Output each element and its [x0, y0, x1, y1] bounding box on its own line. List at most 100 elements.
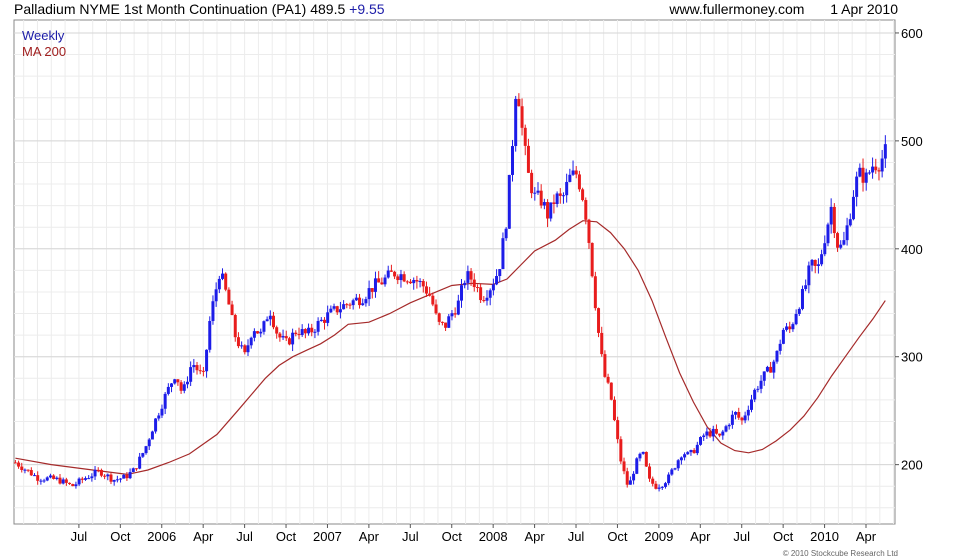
x-tick-label: Jul	[733, 529, 750, 544]
candle-body	[663, 483, 667, 487]
candle-body	[651, 478, 655, 484]
candle-body	[867, 172, 871, 174]
candle-body	[93, 469, 97, 477]
weekly-candle	[150, 430, 154, 440]
candle-body	[781, 329, 785, 344]
candle-body	[170, 383, 174, 387]
candle-body	[434, 304, 438, 314]
candle-body	[778, 343, 782, 351]
candle-body	[670, 469, 674, 475]
candle-body	[131, 468, 135, 473]
legend-weekly: Weekly	[22, 28, 65, 43]
candle-body	[402, 274, 406, 282]
weekly-candle	[800, 285, 804, 311]
candle-body	[278, 333, 282, 338]
candle-body	[418, 281, 422, 283]
candle-body	[625, 471, 629, 485]
candle-body	[163, 393, 167, 409]
candle-body	[546, 202, 550, 219]
candle-body	[415, 279, 419, 282]
candle-body	[820, 254, 824, 265]
candle-body	[99, 469, 103, 476]
candle-body	[628, 480, 632, 485]
candle-body	[673, 468, 677, 470]
candle-body	[517, 98, 521, 107]
candle-body	[326, 312, 330, 323]
candle-body	[772, 361, 776, 373]
candle-body	[345, 304, 349, 306]
candle-body	[510, 146, 514, 175]
candle-body	[734, 411, 738, 415]
candle-body	[252, 331, 256, 338]
candle-body	[45, 477, 49, 481]
candle-body	[495, 276, 499, 285]
candle-body	[23, 469, 27, 471]
candle-body	[488, 290, 492, 298]
candle-body	[756, 388, 760, 390]
candle-body	[115, 479, 119, 481]
weekly-candle	[224, 272, 228, 292]
candle-body	[351, 300, 355, 306]
candle-body	[877, 170, 881, 172]
candle-body	[39, 480, 43, 482]
candle-body	[721, 431, 725, 436]
candle-body	[791, 324, 795, 330]
candle-body	[189, 367, 193, 382]
candle-body	[705, 431, 709, 436]
weekly-candle	[699, 436, 703, 446]
candle-body	[453, 313, 457, 315]
candle-body	[208, 320, 212, 350]
candle-body	[319, 319, 323, 322]
candle-body	[71, 484, 75, 487]
candle-body	[329, 308, 333, 313]
candle-body	[361, 303, 365, 306]
candle-body	[412, 279, 416, 284]
candle-body	[271, 315, 275, 328]
candle-body	[749, 399, 753, 410]
x-tick-label: Oct	[276, 529, 297, 544]
candle-body	[555, 193, 559, 204]
candle-body	[364, 299, 368, 304]
candle-body	[590, 242, 594, 277]
candle-body	[396, 276, 400, 281]
candle-body	[622, 461, 626, 472]
weekly-candle	[71, 483, 75, 487]
x-tick-label: Jul	[236, 529, 253, 544]
candle-body	[469, 271, 473, 280]
candle-body	[839, 244, 843, 248]
candle-body	[259, 331, 263, 334]
candle-body	[17, 462, 21, 467]
candle-body	[667, 474, 671, 484]
candle-body	[577, 174, 581, 190]
candle-body	[275, 327, 279, 334]
x-tick-label: Jul	[568, 529, 585, 544]
candle-body	[176, 379, 180, 383]
candle-body	[683, 454, 687, 458]
candle-body	[233, 315, 237, 338]
x-tick-label: Oct	[110, 529, 131, 544]
candle-body	[138, 456, 142, 469]
candle-body	[775, 350, 779, 362]
candle-body	[807, 265, 811, 286]
candle-body	[431, 295, 435, 305]
candle-body	[377, 278, 381, 283]
candle-body	[393, 271, 397, 277]
candle-body	[568, 174, 572, 182]
legend-ma-200: MA 200	[22, 44, 67, 59]
candle-body	[689, 450, 693, 453]
candle-body	[198, 370, 202, 372]
candle-body	[498, 269, 502, 277]
x-tick-label: Apr	[690, 529, 711, 544]
candle-body	[29, 470, 33, 476]
x-tick-label: 2008	[479, 529, 508, 544]
candle-body	[297, 334, 301, 336]
candle-body	[482, 300, 486, 302]
candle-body	[367, 288, 371, 300]
candle-body	[558, 193, 562, 196]
candle-body	[160, 408, 164, 416]
weekly-candle	[644, 451, 648, 468]
candle-body	[514, 98, 518, 147]
candle-body	[48, 475, 52, 478]
candle-body	[456, 300, 460, 315]
candle-body	[230, 304, 234, 316]
